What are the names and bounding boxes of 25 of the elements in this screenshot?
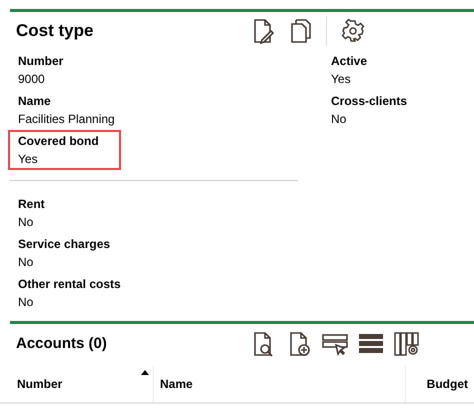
field-label: Number [18, 53, 64, 70]
field-value: Facilities Planning [18, 111, 115, 128]
field-label: Active [331, 53, 368, 70]
field-value: 9000 [18, 71, 46, 88]
field-value: No [18, 294, 34, 311]
section-title: Accounts (0) [16, 334, 108, 354]
field-label: Cross-clients [331, 93, 408, 110]
field-label: Covered bond [18, 133, 100, 150]
field-value: Yes [331, 71, 352, 88]
column-header[interactable]: Budget [405, 366, 474, 402]
field-value: Yes [18, 151, 39, 168]
field-label: Name [18, 93, 52, 110]
copy-icon[interactable] [290, 18, 312, 44]
field-value: No [18, 254, 34, 271]
field-value: No [331, 111, 348, 128]
settings-icon[interactable] [341, 19, 365, 43]
field-label: Rent [18, 196, 46, 213]
column-header[interactable]: Name [153, 366, 405, 402]
select-row-icon[interactable] [322, 331, 348, 357]
field-label: Other rental costs [18, 276, 122, 293]
section-title: Cost type [16, 20, 94, 42]
column-header[interactable]: Number [0, 366, 153, 402]
column-settings-icon[interactable] [394, 331, 420, 357]
field-label: Service charges [18, 236, 112, 253]
field-value: No [18, 214, 34, 231]
